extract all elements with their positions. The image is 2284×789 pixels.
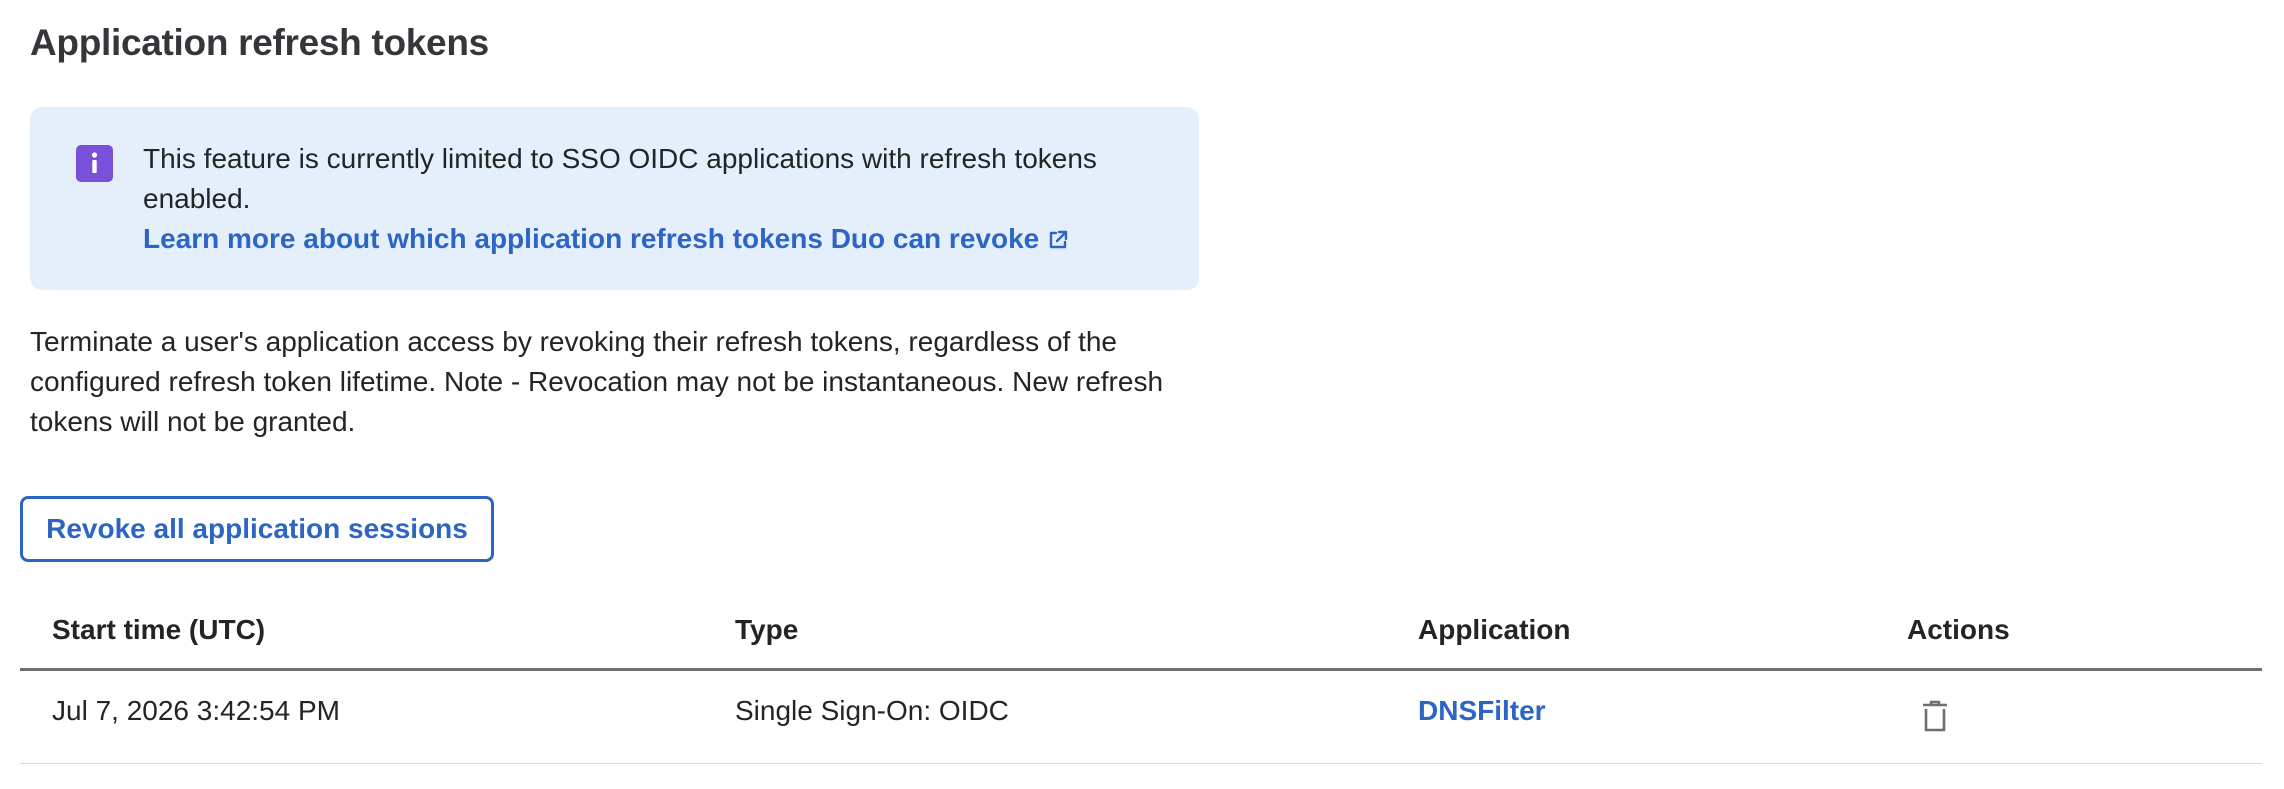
page: Application refresh tokens This feature … xyxy=(0,0,2284,789)
learn-more-link-label[interactable]: Learn more about which application refre… xyxy=(143,219,1039,259)
revoke-all-sessions-button[interactable]: Revoke all application sessions xyxy=(20,496,494,562)
column-header-type[interactable]: Type xyxy=(735,614,798,646)
learn-more-link[interactable]: Learn more about which application refre… xyxy=(143,219,1069,259)
trash-icon xyxy=(1920,700,1950,736)
column-header-start-time[interactable]: Start time (UTC) xyxy=(52,614,265,646)
delete-session-button[interactable] xyxy=(1917,697,1953,737)
table-row: Jul 7, 2026 3:42:54 PM Single Sign-On: O… xyxy=(20,671,2262,764)
type-cell: Single Sign-On: OIDC xyxy=(735,695,1009,726)
column-header-application[interactable]: Application xyxy=(1418,614,1570,646)
refresh-tokens-table: Start time (UTC) Type Application Action… xyxy=(20,600,2262,764)
info-banner-content: This feature is currently limited to SSO… xyxy=(143,139,1173,259)
info-banner: This feature is currently limited to SSO… xyxy=(30,107,1199,290)
info-icon xyxy=(76,145,113,182)
column-header-actions: Actions xyxy=(1907,614,2010,645)
table-header: Start time (UTC) Type Application Action… xyxy=(20,600,2262,671)
application-link[interactable]: DNSFilter xyxy=(1418,695,1546,727)
external-link-icon xyxy=(1047,222,1069,249)
page-title: Application refresh tokens xyxy=(30,22,489,63)
start-time-cell: Jul 7, 2026 3:42:54 PM xyxy=(52,695,340,726)
revocation-description: Terminate a user's application access by… xyxy=(30,326,1164,437)
info-banner-text: This feature is currently limited to SSO… xyxy=(143,143,1097,214)
